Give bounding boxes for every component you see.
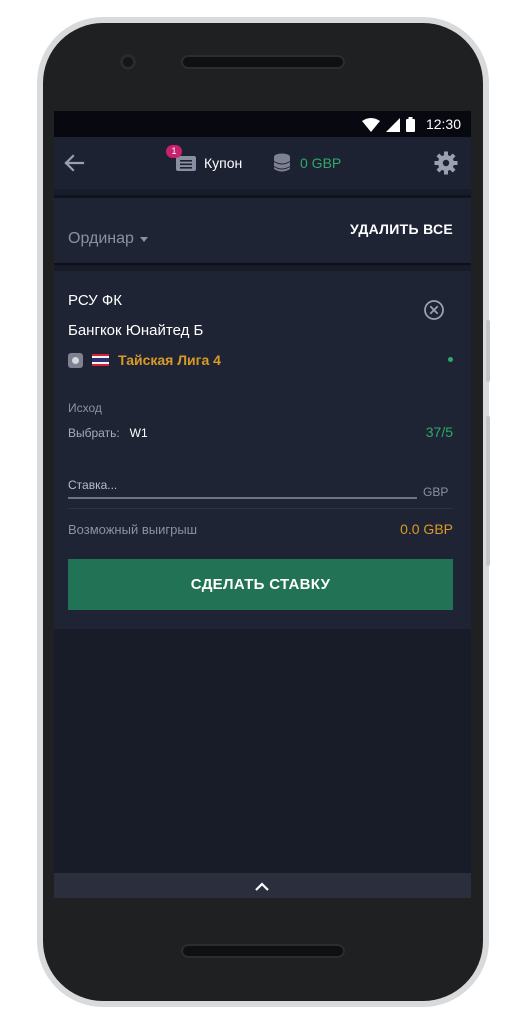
place-bet-button[interactable]: СДЕЛАТЬ СТАВКУ <box>68 559 453 610</box>
volume-button <box>486 416 490 566</box>
remove-bet-button[interactable] <box>422 298 446 322</box>
arrow-left-icon <box>64 154 85 172</box>
league-name: Тайская Лига 4 <box>118 352 221 368</box>
odds-value: 37/5 <box>425 424 453 440</box>
away-team: Бангкок Юнайтед Б <box>68 322 204 339</box>
power-button <box>486 320 490 382</box>
bottom-bar <box>54 873 471 898</box>
outcome-label: Исход <box>68 401 102 415</box>
app-screen: 12:30 1 Купон 0 GBP Ординар УДАЛИТЬ ВСЕ … <box>54 111 471 898</box>
caret-down-icon <box>139 237 148 242</box>
live-indicator <box>448 357 453 362</box>
coins-icon <box>274 153 290 172</box>
battery-icon <box>406 117 415 132</box>
stake-currency: GBP <box>423 485 449 499</box>
wifi-icon <box>362 118 380 132</box>
pick-label: Выбрать: <box>68 426 120 440</box>
front-camera <box>120 54 136 70</box>
stake-input[interactable] <box>68 477 417 499</box>
expand-button[interactable] <box>253 878 271 894</box>
balance-amount: 0 GBP <box>300 155 342 171</box>
coupon-label: Купон <box>204 155 243 171</box>
bet-type-dropdown[interactable]: Ординар <box>68 230 148 248</box>
close-circle-icon <box>424 300 444 320</box>
home-team: РСУ ФК <box>68 292 123 309</box>
chevron-up-icon <box>255 882 269 891</box>
coupon-icon-wrap: 1 <box>166 145 198 172</box>
tab-coupon[interactable]: 1 Купон <box>166 145 243 177</box>
top-speaker <box>181 55 345 69</box>
thailand-flag-icon <box>92 354 109 366</box>
payout-value: 0.0 GBP <box>400 521 453 537</box>
gear-icon <box>434 151 458 175</box>
football-icon <box>68 352 83 368</box>
back-button[interactable] <box>58 147 90 179</box>
settings-button[interactable] <box>433 150 459 176</box>
bet-type-label: Ординар <box>68 230 134 247</box>
clock: 12:30 <box>425 116 461 132</box>
app-header: 1 Купон 0 GBP <box>54 137 471 189</box>
delete-all-button[interactable]: УДАЛИТЬ ВСЕ <box>350 221 453 237</box>
bet-card: РСУ ФК Бангкок Юнайтед Б Тайская Лига 4 … <box>54 271 471 629</box>
selection-row: Выбрать: W1 <box>68 426 148 440</box>
divider <box>68 508 453 509</box>
bet-type-bar: Ординар УДАЛИТЬ ВСЕ <box>54 198 471 265</box>
coupon-count-badge: 1 <box>166 145 182 158</box>
pick-value: W1 <box>129 426 148 440</box>
status-icons <box>362 117 415 132</box>
payout-label: Возможный выигрыш <box>68 522 198 537</box>
signal-icon <box>386 118 400 132</box>
bottom-speaker <box>181 944 345 958</box>
league-row: Тайская Лига 4 <box>68 351 221 369</box>
status-bar: 12:30 <box>54 111 471 137</box>
balance-display[interactable]: 0 GBP <box>273 149 341 177</box>
